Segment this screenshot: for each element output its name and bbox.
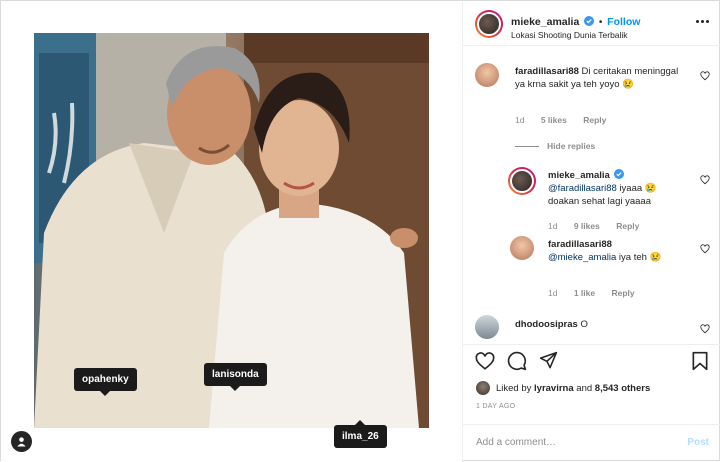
author-username[interactable]: mieke_amalia: [511, 16, 579, 28]
post-header: mieke_amalia • Follow Lokasi Shooting Du…: [463, 1, 720, 46]
reply-mention[interactable]: @mieke_amalia: [548, 252, 616, 263]
reply-heart-icon[interactable]: [700, 244, 710, 254]
post-side-panel: mieke_amalia • Follow Lokasi Shooting Du…: [462, 1, 720, 462]
reply-username[interactable]: mieke_amalia: [548, 170, 610, 181]
reply-text-2: doakan sehat lagi yaaaa: [548, 196, 651, 207]
post-location[interactable]: Lokasi Shooting Dunia Terbalik: [511, 30, 628, 40]
tag-label: ilma_26: [342, 431, 379, 442]
reply-likes[interactable]: 9 likes: [574, 221, 600, 231]
comment-input[interactable]: Add a comment…: [476, 437, 556, 448]
reply-heart-icon[interactable]: [700, 175, 710, 185]
separator-dot: •: [598, 17, 603, 28]
comment-likes[interactable]: 5 likes: [541, 115, 567, 125]
hide-replies-label: Hide replies: [547, 141, 596, 151]
comment-icon[interactable]: [507, 351, 527, 371]
comment-text: O: [580, 319, 588, 330]
liker-avatar[interactable]: [476, 381, 490, 395]
comment-time[interactable]: 1d: [515, 115, 524, 125]
comment-emoji: 😢: [622, 79, 635, 90]
liker-username[interactable]: lyravirna: [534, 383, 574, 394]
reply-avatar[interactable]: [510, 236, 534, 260]
reply-time[interactable]: 1d: [548, 221, 557, 231]
post-time[interactable]: 1 DAY AGO: [476, 403, 515, 410]
comment-username[interactable]: faradillasari88: [515, 66, 579, 77]
reply-button[interactable]: Reply: [612, 288, 635, 298]
reply-text: iyaaa: [619, 183, 643, 194]
heart-icon[interactable]: [475, 352, 495, 370]
likes-prefix: Liked by: [496, 382, 532, 394]
reply-avatar[interactable]: [508, 167, 536, 195]
tag-label: opahenky: [82, 374, 129, 385]
post-comment-button[interactable]: Post: [687, 437, 709, 448]
post-modal: opahenky lanisonda ilma_26 mieke_amalia: [0, 0, 720, 462]
comment-username[interactable]: dhodoosipras: [515, 319, 578, 330]
reply-likes[interactable]: 1 like: [574, 288, 595, 298]
likes-and: and: [576, 382, 593, 394]
reply-time[interactable]: 1d: [548, 288, 557, 298]
person-icon: [17, 437, 26, 447]
likes-count[interactable]: 8,543 others: [595, 383, 650, 394]
user-tag-opahenky[interactable]: opahenky: [74, 368, 137, 396]
reply-emoji: 😢: [644, 183, 657, 194]
reply-button[interactable]: Reply: [583, 115, 606, 125]
reply-mention[interactable]: @faradillasari88: [548, 183, 617, 194]
reply-username[interactable]: faradillasari88: [548, 239, 612, 250]
post-media[interactable]: opahenky lanisonda ilma_26: [1, 1, 462, 462]
user-tag-lanisonda[interactable]: lanisonda: [204, 363, 267, 391]
follow-button[interactable]: Follow: [607, 16, 640, 28]
comment-heart-icon[interactable]: [700, 324, 710, 334]
more-icon[interactable]: [696, 20, 709, 23]
verified-icon: [584, 16, 595, 26]
author-avatar[interactable]: [475, 10, 503, 38]
comment-heart-icon[interactable]: [700, 71, 710, 81]
hide-replies-toggle[interactable]: Hide replies: [515, 141, 595, 151]
reply-emoji: 😢: [649, 252, 662, 263]
user-tag-icon[interactable]: [11, 431, 32, 452]
likes-summary[interactable]: Liked by lyravirna and 8,543 others: [476, 381, 650, 395]
commenter-avatar[interactable]: [475, 63, 499, 87]
bookmark-icon[interactable]: [691, 351, 709, 371]
user-tag-ilma[interactable]: ilma_26: [334, 420, 387, 448]
add-comment-bar: Add a comment… Post: [463, 424, 720, 461]
reply-text: iya teh: [618, 252, 647, 263]
tag-label: lanisonda: [212, 369, 259, 380]
post-actions: Liked by lyravirna and 8,543 others 1 DA…: [463, 344, 720, 424]
reply-button[interactable]: Reply: [616, 221, 639, 231]
commenter-avatar[interactable]: [475, 315, 499, 339]
share-icon[interactable]: [539, 351, 558, 370]
comments-list[interactable]: faradillasari88 Di ceritakan meninggal y…: [463, 47, 720, 343]
verified-icon: [614, 169, 625, 179]
